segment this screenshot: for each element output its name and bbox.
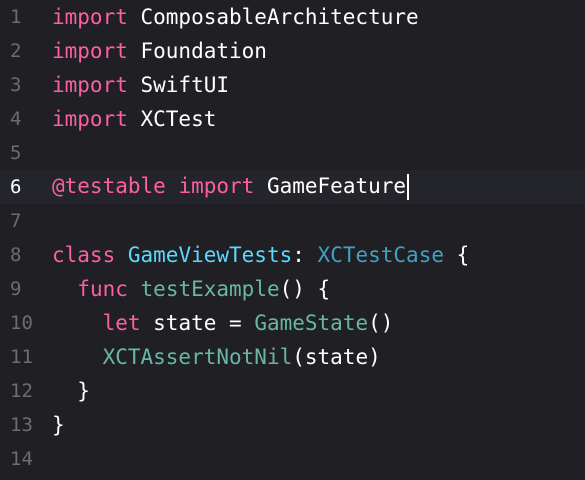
code-text[interactable]: } bbox=[52, 379, 90, 403]
code-token: (state) bbox=[292, 345, 381, 369]
code-token: let bbox=[102, 311, 141, 335]
line-number: 4 bbox=[10, 108, 22, 130]
line-number: 7 bbox=[10, 210, 22, 232]
code-line[interactable]: 13} bbox=[0, 408, 585, 442]
code-line[interactable]: 10 let state = GameState() bbox=[0, 306, 585, 340]
code-token: Foundation bbox=[127, 39, 267, 63]
code-token: GameState bbox=[254, 311, 369, 335]
code-token: state = bbox=[140, 311, 255, 335]
code-text[interactable]: import XCTest bbox=[52, 107, 216, 131]
code-token: () { bbox=[279, 277, 331, 301]
code-text[interactable]: XCTAssertNotNil(state) bbox=[52, 345, 381, 369]
line-number: 9 bbox=[10, 278, 22, 300]
code-text[interactable]: import Foundation bbox=[52, 39, 267, 63]
code-token: { bbox=[443, 243, 470, 267]
code-line[interactable]: 2 import Foundation bbox=[0, 34, 585, 68]
code-text[interactable]: func testExample() { bbox=[52, 277, 330, 301]
code-token: func bbox=[77, 277, 128, 301]
code-token: import bbox=[52, 5, 128, 29]
code-token: import bbox=[52, 39, 128, 63]
code-text[interactable]: import ComposableArchitecture bbox=[52, 5, 419, 29]
code-token: GameViewTests bbox=[127, 243, 293, 267]
code-line[interactable]: 1 import ComposableArchitecture bbox=[0, 0, 585, 34]
code-token: () bbox=[368, 311, 394, 335]
line-number: 5 bbox=[10, 142, 22, 164]
code-text[interactable]: class GameViewTests: XCTestCase { bbox=[52, 243, 469, 267]
code-token: import bbox=[52, 73, 128, 97]
code-line[interactable]: 9 func testExample() { bbox=[0, 272, 585, 306]
line-number: 1 bbox=[10, 6, 22, 28]
code-token: GameFeature bbox=[254, 174, 407, 198]
text-caret bbox=[407, 174, 410, 200]
line-number: 8 bbox=[10, 244, 22, 266]
code-token: SwiftUI bbox=[127, 73, 230, 97]
code-token: : bbox=[292, 243, 318, 267]
code-token: } bbox=[52, 413, 65, 437]
line-number: 14 bbox=[10, 448, 33, 470]
line-number: 12 bbox=[10, 380, 33, 402]
code-token: XCTestCase bbox=[317, 243, 444, 267]
code-text[interactable]: let state = GameState() bbox=[52, 311, 394, 335]
line-number: 10 bbox=[10, 312, 33, 334]
code-text[interactable]: } bbox=[52, 413, 65, 437]
code-token: } bbox=[52, 379, 90, 403]
code-token: ComposableArchitecture bbox=[127, 5, 419, 29]
code-token: class bbox=[52, 243, 116, 267]
code-line[interactable]: 5 bbox=[0, 136, 585, 170]
code-token: @testable bbox=[52, 174, 166, 198]
code-line[interactable]: 7 bbox=[0, 204, 585, 238]
code-token: testExample bbox=[140, 277, 280, 301]
code-text[interactable]: @testable import GameFeature bbox=[52, 174, 410, 200]
code-token: import bbox=[52, 107, 128, 131]
code-line[interactable]: 12 } bbox=[0, 374, 585, 408]
line-number: 13 bbox=[10, 414, 33, 436]
code-line[interactable]: 8 class GameViewTests: XCTestCase { bbox=[0, 238, 585, 272]
code-token: XCTest bbox=[127, 107, 217, 131]
line-number: 2 bbox=[10, 40, 22, 62]
code-token: XCTAssertNotNil bbox=[102, 345, 293, 369]
code-text[interactable]: import SwiftUI bbox=[52, 73, 229, 97]
line-number: 3 bbox=[10, 74, 22, 96]
code-line[interactable]: 6 @testable import GameFeature bbox=[0, 170, 585, 204]
code-line[interactable]: 4 import XCTest bbox=[0, 102, 585, 136]
code-line[interactable]: 3 import SwiftUI bbox=[0, 68, 585, 102]
code-line[interactable]: 11 XCTAssertNotNil(state) bbox=[0, 340, 585, 374]
code-token: import bbox=[178, 174, 255, 198]
line-number: 11 bbox=[10, 346, 33, 368]
code-line[interactable]: 14 bbox=[0, 442, 585, 476]
code-editor[interactable]: 1 import ComposableArchitecture 2 import Fo… bbox=[0, 0, 585, 480]
line-number: 6 bbox=[10, 176, 22, 198]
